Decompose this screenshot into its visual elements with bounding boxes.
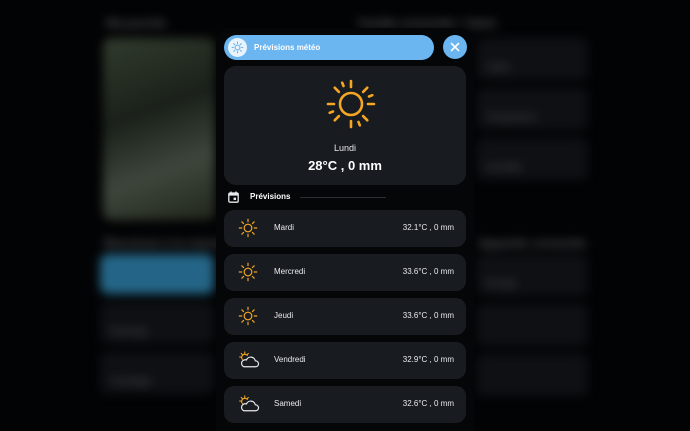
sun-icon	[326, 79, 376, 129]
forecast-day-name: Mercredi	[274, 267, 306, 276]
background-tile: Chauffage	[100, 352, 214, 394]
background-tile: Énergie	[476, 254, 588, 296]
forecast-day-value: 32.1°C , 0 mm	[402, 223, 454, 232]
sun-icon	[238, 218, 258, 243]
partly-cloudy-icon	[238, 350, 260, 375]
sun-icon	[238, 306, 258, 331]
background-section-left: Bienvenue à la maison	[104, 236, 226, 250]
background-title-left: Ma journée	[106, 16, 167, 30]
today-temperature-precipitation: 28°C , 0 mm	[308, 158, 382, 173]
forecast-day-row: Mardi 32.1°C , 0 mm	[224, 210, 466, 247]
forecast-day-row: Mercredi 33.6°C , 0 mm	[224, 254, 466, 291]
background-tile: Volets	[476, 38, 588, 80]
background-tile	[476, 354, 588, 396]
today-day-label: Lundi	[333, 143, 357, 153]
today-weather-card: Lundi 28°C , 0 mm	[224, 66, 466, 185]
forecast-day-name: Mardi	[274, 223, 295, 232]
partly-cloudy-icon	[238, 394, 260, 419]
dialog-title: Prévisions météo	[254, 43, 321, 52]
dialog-header: Prévisions météo	[224, 35, 434, 60]
background-tile	[476, 304, 588, 346]
forecast-title: Prévisions	[250, 192, 291, 201]
background-tile: Éclairage	[100, 302, 214, 344]
background-tile: Humidité	[476, 138, 588, 180]
forecast-day-name: Samedi	[274, 399, 302, 408]
forecast-day-value: 33.6°C , 0 mm	[402, 311, 454, 320]
sun-icon	[238, 262, 258, 287]
calendar-icon	[228, 191, 239, 203]
forecast-day-value: 32.6°C , 0 mm	[402, 399, 454, 408]
divider	[300, 197, 386, 198]
forecast-day-row: Vendredi 32.9°C , 0 mm	[224, 342, 466, 379]
forecast-section-header: Prévisions	[228, 190, 468, 204]
camera-feed	[103, 38, 215, 220]
forecast-day-row: Jeudi 33.6°C , 0 mm	[224, 298, 466, 335]
background-tile: Température	[476, 88, 588, 130]
close-button[interactable]	[443, 35, 467, 59]
background-tile	[100, 254, 214, 294]
forecast-day-row: Samedi 32.6°C , 0 mm	[224, 386, 466, 423]
weather-dialog: Prévisions météo Lundi 28°C , 0 mm Prévi…	[216, 28, 474, 431]
forecast-day-value: 32.9°C , 0 mm	[402, 355, 454, 364]
forecast-day-name: Vendredi	[274, 355, 306, 364]
forecast-day-value: 33.6°C , 0 mm	[402, 267, 454, 276]
background-section-right: Appareils connectés	[478, 236, 587, 250]
forecast-day-name: Jeudi	[274, 311, 294, 320]
close-icon	[450, 42, 460, 52]
weather-sun-icon	[228, 38, 247, 57]
